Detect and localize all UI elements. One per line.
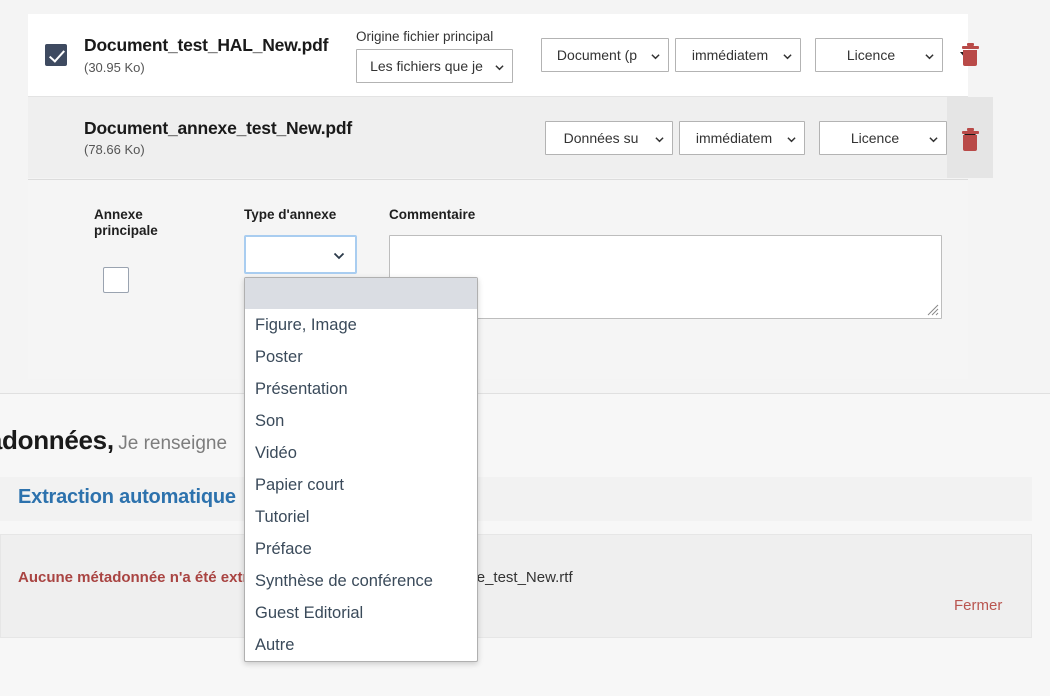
table-row[interactable]: Document_test_HAL_New.pdf (30.95 Ko) Ori…: [28, 14, 972, 96]
chevron-down-icon: [929, 136, 938, 142]
chevron-down-icon: [925, 54, 934, 60]
resize-grip-icon[interactable]: [926, 303, 939, 316]
file-name-cell: Document_test_HAL_New.pdf (30.95 Ko): [84, 35, 356, 75]
page-title: Métadonnées, Je renseigne: [0, 425, 227, 456]
licence-select-value: Licence: [846, 47, 896, 63]
visibility-select-value: immédiatem: [695, 129, 773, 146]
type-annexe-field: Type d'annexe: [244, 207, 357, 274]
dropdown-option[interactable]: Autre: [245, 629, 477, 661]
file-select-checkbox[interactable]: [45, 44, 67, 66]
type-annexe-select[interactable]: [244, 234, 357, 274]
origin-label: Origine fichier principal: [356, 29, 494, 44]
chevron-down-icon: [655, 136, 664, 142]
extraction-title: Extraction automatique: [18, 486, 236, 508]
dropdown-option[interactable]: Préface: [245, 533, 477, 565]
dropdown-option[interactable]: Vidéo: [245, 437, 477, 469]
type-annexe-label: Type d'annexe: [244, 207, 337, 222]
dropdown-option[interactable]: Tutoriel: [245, 501, 477, 533]
annexe-principale-field: Annexe principale: [94, 207, 214, 293]
file-size: (30.95 Ko): [84, 59, 145, 75]
origin-cell: Origine fichier principal Les fichiers q…: [356, 27, 541, 83]
table-row[interactable]: Document_annexe_test_New.pdf (78.66 Ko) …: [28, 96, 993, 178]
visibility-cell: immédiatem: [675, 38, 815, 72]
file-name: Document_annexe_test_New.pdf: [84, 117, 352, 138]
annexe-principale-checkbox[interactable]: [103, 266, 129, 293]
licence-select[interactable]: Licence: [815, 38, 943, 72]
dropdown-option[interactable]: Synthèse de conférence: [245, 565, 477, 597]
visibility-select[interactable]: immédiatem: [679, 120, 805, 155]
visibility-select-value: immédiatem: [691, 47, 769, 63]
page-root: Document_test_HAL_New.pdf (30.95 Ko) Ori…: [0, 0, 1050, 696]
commentaire-label: Commentaire: [389, 207, 476, 222]
doc-type-select-value: Document (p: [556, 47, 638, 63]
dropdown-option[interactable]: Figure, Image: [245, 309, 477, 341]
chevron-down-icon: [495, 65, 504, 71]
page-title-light: Je renseigne: [118, 433, 228, 454]
delete-file-button[interactable]: [948, 42, 992, 70]
dropdown-option[interactable]: Papier court: [245, 469, 477, 501]
visibility-select[interactable]: immédiatem: [675, 38, 801, 72]
chevron-down-icon: [783, 54, 792, 60]
licence-cell: Licence: [819, 120, 947, 155]
origin-select-value: Les fichiers que je: [370, 58, 483, 74]
doc-type-cell: Données su: [545, 120, 679, 155]
page-title-strong: Métadonnées,: [0, 425, 114, 455]
annexe-principale-label-line2: principale: [94, 222, 158, 238]
licence-select-value: Licence: [850, 129, 900, 146]
visibility-cell: immédiatem: [679, 120, 819, 155]
doc-type-cell: Document (p: [541, 38, 675, 72]
alert-panel: [0, 534, 1032, 638]
annexe-principale-label-line1: Annexe: [94, 207, 143, 222]
trash-icon: [961, 43, 979, 66]
dropdown-option[interactable]: [245, 278, 477, 309]
doc-type-select[interactable]: Données su: [545, 120, 673, 155]
licence-cell: Licence: [815, 38, 943, 72]
origin-cell: [360, 137, 545, 139]
dropdown-option[interactable]: Présentation: [245, 373, 477, 405]
doc-type-select-value: Données su: [563, 129, 639, 146]
files-panel: Document_test_HAL_New.pdf (30.95 Ko) Ori…: [28, 14, 993, 178]
file-size: (78.66 Ko): [84, 142, 145, 158]
delete-file-button[interactable]: [948, 127, 992, 155]
chevron-down-icon: [787, 136, 796, 142]
file-name-cell: Document_annexe_test_New.pdf (78.66 Ko): [84, 118, 360, 158]
doc-type-select[interactable]: Document (p: [541, 38, 669, 72]
dropdown-option[interactable]: Son: [245, 405, 477, 437]
licence-select[interactable]: Licence: [819, 120, 947, 155]
fermer-link[interactable]: Fermer: [954, 597, 1002, 614]
chevron-down-icon: [333, 253, 345, 260]
metadata-section: Métadonnées, Je renseigne Extraction aut…: [0, 393, 1050, 696]
file-select-checkbox-cell[interactable]: [28, 44, 84, 66]
type-annexe-dropdown-list[interactable]: Figure, Image Poster Présentation Son Vidéo P…: [244, 277, 478, 662]
annexe-detail-panel: Annexe principale Type d'annexe Commenta…: [28, 179, 968, 379]
chevron-down-icon: [651, 54, 660, 60]
origin-select[interactable]: Les fichiers que je: [356, 49, 513, 83]
file-name: Document_test_HAL_New.pdf: [84, 35, 329, 56]
dropdown-option[interactable]: Poster: [245, 341, 477, 373]
trash-icon: [961, 128, 979, 151]
dropdown-option[interactable]: Guest Editorial: [245, 597, 477, 629]
